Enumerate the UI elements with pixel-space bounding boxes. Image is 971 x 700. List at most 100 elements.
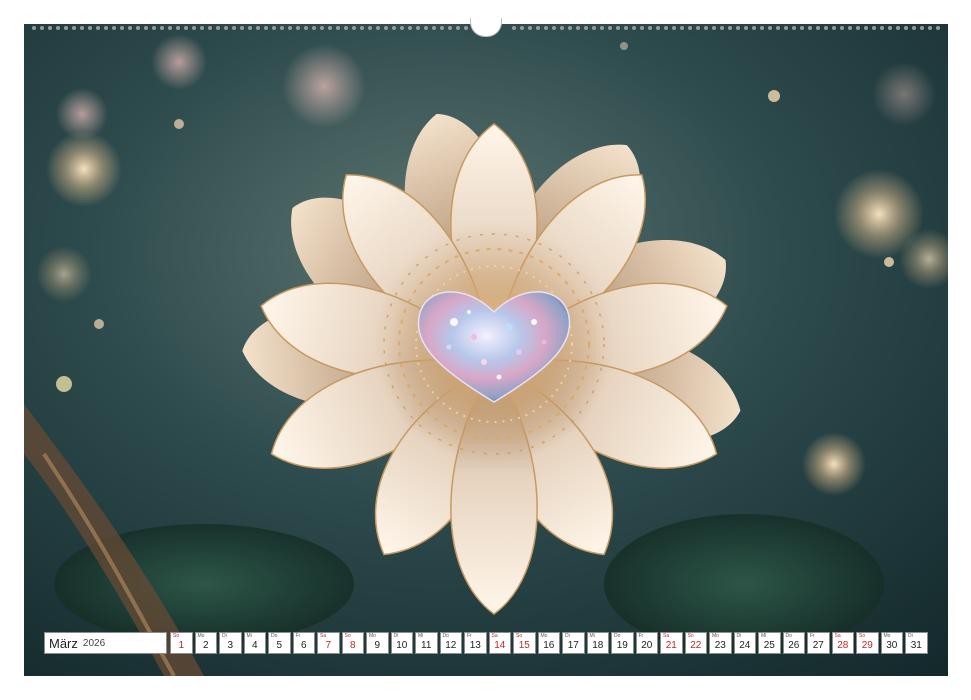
day-number: 6 (300, 640, 307, 651)
day-abbr: Mi (246, 633, 252, 639)
binding-hole (592, 26, 596, 30)
binding-hole (456, 26, 460, 30)
day-number: 8 (349, 640, 356, 651)
binding-hole (912, 26, 916, 30)
binding-hole (752, 26, 756, 30)
binding-hole (704, 26, 708, 30)
day-number: 26 (788, 640, 800, 651)
binding-hole (168, 26, 172, 30)
binding-hole (832, 26, 836, 30)
binding-hole (160, 26, 164, 30)
binding-hole (872, 26, 876, 30)
binding-hole (352, 26, 356, 30)
binding-hole (928, 26, 932, 30)
binding-hole (736, 26, 740, 30)
day-abbr: So (687, 633, 694, 639)
binding-hole (336, 26, 340, 30)
binding-hole (760, 26, 764, 30)
binding-hole (184, 26, 188, 30)
month-name: März (49, 635, 78, 651)
day-abbr: Mo (712, 633, 719, 639)
day-cell: Mo 30 (880, 632, 903, 654)
binding-hole (648, 26, 652, 30)
binding-hole (152, 26, 156, 30)
binding-hole (376, 26, 380, 30)
day-cells: So 1 Mo 2 Di 3 Mi 4 Do 5 Fr 6 Sa 7 So 8 Mo 9 Di 10 Mi 11 Do 12 F… (170, 632, 928, 656)
binding-hole (216, 26, 220, 30)
binding-hole (432, 26, 436, 30)
day-abbr: Sa (320, 633, 327, 639)
binding-hole (512, 26, 516, 30)
day-number: 9 (374, 640, 381, 651)
day-abbr: So (859, 633, 866, 639)
binding-hole (584, 26, 588, 30)
binding-hole (616, 26, 620, 30)
day-abbr: So (516, 633, 523, 639)
binding-hole (272, 26, 276, 30)
binding-hole (920, 26, 924, 30)
day-cell: So 8 (341, 632, 364, 654)
binding-hole (192, 26, 196, 30)
day-number: 22 (690, 640, 702, 651)
day-abbr: So (344, 633, 351, 639)
binding-hole (632, 26, 636, 30)
day-number: 11 (421, 640, 432, 651)
day-abbr: Fr (810, 633, 815, 639)
binding-hole (864, 26, 868, 30)
day-cell: Sa 14 (488, 632, 511, 654)
day-number: 29 (861, 640, 873, 651)
day-abbr: Fr (638, 633, 644, 639)
binding-hole (328, 26, 332, 30)
day-cell: Di 17 (562, 632, 585, 654)
calendar-page: März 2026 So 1 Mo 2 Di 3 Mi 4 Do 5 Fr 6 Sa 7 So 8 Mo 9 Di 1… (0, 0, 971, 700)
day-number: 24 (739, 640, 751, 651)
binding-hole (560, 26, 564, 30)
day-number: 12 (445, 640, 457, 651)
binding-hole (672, 26, 676, 30)
day-number: 7 (325, 640, 332, 651)
day-abbr: Mi (761, 633, 767, 639)
day-cell: Fr 6 (292, 632, 315, 654)
binding-hole (696, 26, 700, 30)
binding-hole (96, 26, 100, 30)
binding-hole (72, 26, 76, 30)
binding-hole (808, 26, 812, 30)
binding-hole (392, 26, 396, 30)
binding-hole (48, 26, 52, 30)
binding-hole (136, 26, 140, 30)
day-number: 25 (763, 640, 775, 651)
day-cell: Do 19 (611, 632, 634, 654)
day-cell: Sa 7 (317, 632, 340, 654)
day-abbr: Di (908, 633, 913, 639)
day-abbr: Di (736, 633, 742, 639)
month-year: 2026 (82, 637, 106, 649)
binding-hole (104, 26, 108, 30)
day-number: 30 (886, 640, 898, 651)
binding-hole (80, 26, 84, 30)
day-abbr: Sa (663, 633, 670, 639)
day-cell: Di 24 (733, 632, 756, 654)
binding-hole (528, 26, 532, 30)
day-cell: Di 31 (905, 632, 928, 654)
binding-hole (416, 26, 420, 30)
binding-hole (56, 26, 60, 30)
day-cell: Fr 20 (635, 632, 658, 654)
binding-hole (264, 26, 268, 30)
day-number: 27 (812, 640, 824, 651)
binding-hole (656, 26, 660, 30)
day-abbr: Di (393, 633, 399, 639)
day-abbr: So (173, 633, 180, 639)
binding-hole (40, 26, 44, 30)
binding-hole (680, 26, 684, 30)
day-number: 4 (251, 640, 258, 651)
binding-hole (664, 26, 668, 30)
binding-hole (744, 26, 748, 30)
day-number: 17 (567, 640, 579, 651)
calendar-strip: März 2026 So 1 Mo 2 Di 3 Mi 4 Do 5 Fr 6 Sa 7 So 8 Mo 9 Di 1… (44, 632, 928, 656)
day-abbr: Mi (418, 633, 424, 639)
day-number: 1 (178, 640, 185, 651)
binding-hole (888, 26, 892, 30)
binding-hole (792, 26, 796, 30)
binding-hole (200, 26, 204, 30)
day-number: 20 (641, 640, 653, 651)
